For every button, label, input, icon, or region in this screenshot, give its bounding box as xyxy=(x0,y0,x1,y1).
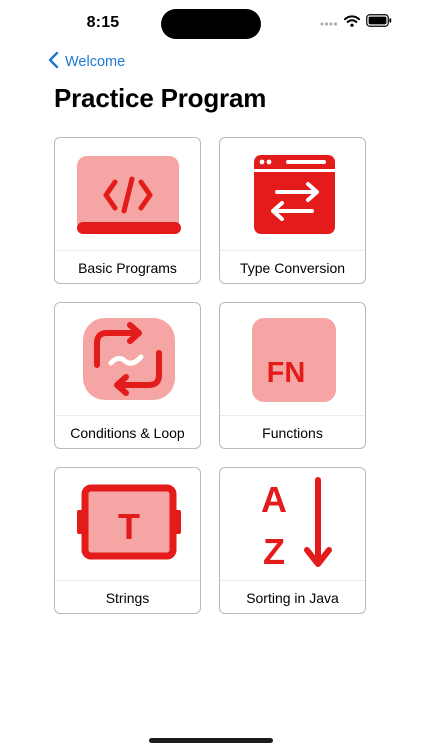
back-button-label: Welcome xyxy=(65,54,126,70)
dynamic-island xyxy=(161,9,261,39)
card-media: FN xyxy=(220,303,365,415)
back-button[interactable]: Welcome xyxy=(48,51,126,74)
card-basic-programs[interactable]: Basic Programs xyxy=(54,137,201,284)
home-indicator[interactable] xyxy=(149,738,273,743)
card-conditions-loop[interactable]: Conditions & Loop xyxy=(54,302,201,449)
wifi-icon xyxy=(344,14,360,32)
status-bar: 8:15 xyxy=(0,0,422,48)
card-media: T xyxy=(55,468,200,580)
card-label: Functions xyxy=(262,424,323,441)
card-functions[interactable]: FN Functions xyxy=(219,302,366,449)
card-label: Basic Programs xyxy=(78,259,177,276)
card-label: Strings xyxy=(105,589,150,606)
status-time: 8:15 xyxy=(86,14,120,31)
signal-dots-icon xyxy=(320,14,338,32)
card-type-conversion[interactable]: Type Conversion xyxy=(219,137,366,284)
card-media: A Z xyxy=(220,468,365,580)
card-media xyxy=(220,138,365,250)
page-title: Practice Program xyxy=(54,83,267,113)
battery-icon xyxy=(366,14,392,32)
chevron-left-icon xyxy=(48,51,59,74)
sort-z-letter: Z xyxy=(263,531,285,572)
card-label: Conditions & Loop xyxy=(70,424,185,441)
card-label: Type Conversion xyxy=(239,259,346,276)
card-label: Sorting in Java xyxy=(246,589,339,606)
t-icon-text: T xyxy=(118,506,140,547)
fn-icon-text: FN xyxy=(267,357,306,389)
card-media xyxy=(55,303,200,415)
card-sorting-in-java[interactable]: A Z Sorting in Java xyxy=(219,467,366,614)
card-strings[interactable]: T Strings xyxy=(54,467,201,614)
status-icons xyxy=(320,14,392,32)
sort-a-letter: A xyxy=(261,479,287,520)
card-media xyxy=(55,138,200,250)
